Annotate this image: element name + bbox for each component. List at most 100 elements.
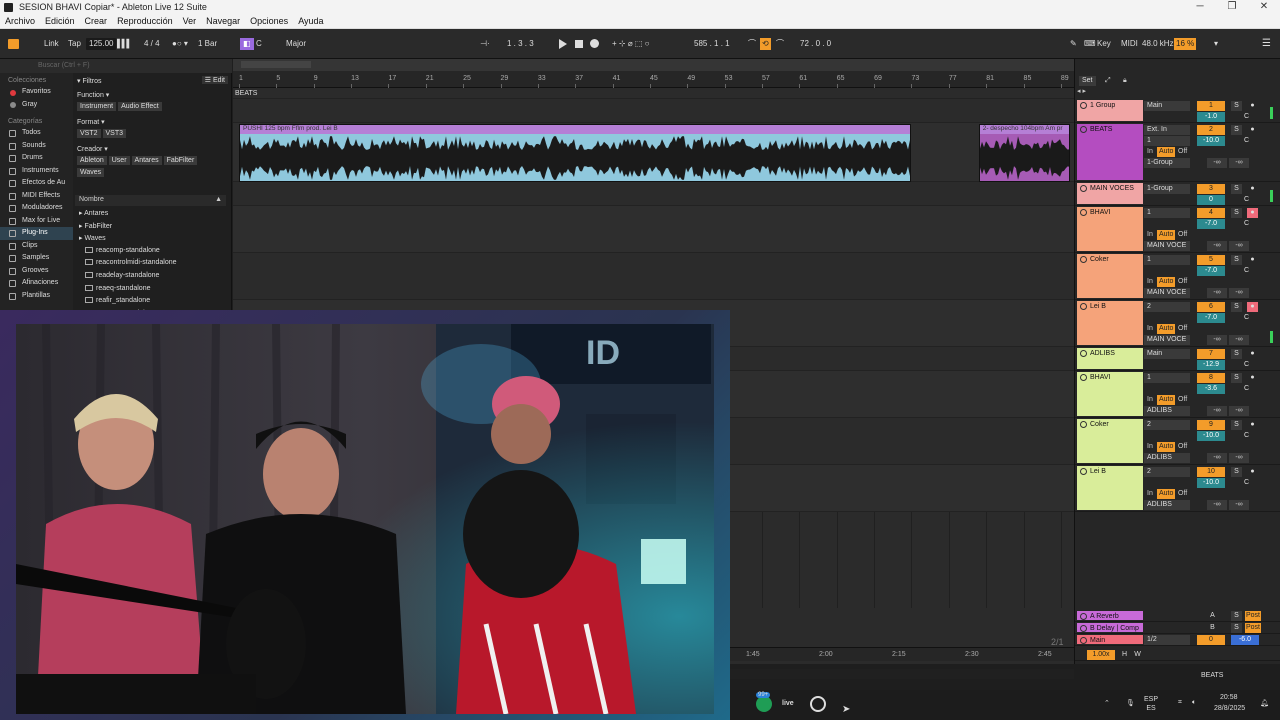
- track-activator[interactable]: 7: [1197, 349, 1225, 359]
- send-b-field[interactable]: -∞: [1229, 500, 1249, 510]
- close-button[interactable]: ✕: [1248, 0, 1280, 14]
- track-name[interactable]: BHAVI: [1077, 372, 1143, 416]
- track-name[interactable]: ADLIBS: [1077, 348, 1143, 369]
- mixer-track[interactable]: Lei B 2 6 S ● -7.0 C In Auto Off MAIN VOCE -∞ -∞: [1075, 300, 1280, 347]
- track-name[interactable]: MAIN VOCES: [1077, 183, 1143, 204]
- fold-icon[interactable]: [1080, 374, 1087, 381]
- clip-selector[interactable]: BEATS: [1201, 671, 1223, 681]
- mixer-track[interactable]: 1 Group Main 1 S ● -1.0 C: [1075, 99, 1280, 123]
- menu-navegar[interactable]: Navegar: [201, 16, 245, 26]
- input-channel-select[interactable]: 1: [1144, 208, 1190, 218]
- monitor-in-button[interactable]: In: [1147, 395, 1153, 405]
- format-filter-label[interactable]: Format ▾: [77, 118, 105, 126]
- track-name[interactable]: Coker: [1077, 254, 1143, 298]
- menu-ayuda[interactable]: Ayuda: [293, 16, 328, 26]
- send-a-field[interactable]: -∞: [1207, 335, 1227, 345]
- track-activator[interactable]: 6: [1197, 302, 1225, 312]
- master-track[interactable]: Main 1/2 0 -6.0: [1075, 634, 1280, 646]
- tap-button[interactable]: Tap: [68, 38, 81, 50]
- tempo-field[interactable]: 125.00: [86, 38, 117, 50]
- track-name[interactable]: BHAVI: [1077, 207, 1143, 251]
- chip-vst3[interactable]: VST3: [102, 129, 127, 138]
- arm-button[interactable]: ●: [1247, 101, 1258, 111]
- output-route-select[interactable]: 1-Group: [1144, 158, 1190, 168]
- input-channel-select[interactable]: 2: [1144, 467, 1190, 477]
- mixer-track[interactable]: MAIN VOCES 1-Group 3 S ● 0 C: [1075, 182, 1280, 206]
- whatsapp-icon[interactable]: [756, 696, 772, 712]
- post-button[interactable]: Post: [1245, 611, 1261, 621]
- pencil-icon[interactable]: ✎: [1070, 38, 1077, 50]
- maximize-button[interactable]: ❐: [1216, 0, 1248, 14]
- chip-fabfilter[interactable]: FabFilter: [163, 156, 198, 165]
- output-route-select[interactable]: MAIN VOCE: [1144, 241, 1190, 251]
- volume-icon[interactable]: 🔈︎: [1192, 699, 1196, 707]
- category-instruments[interactable]: Instruments: [0, 165, 73, 178]
- volume-field[interactable]: -7.0: [1197, 219, 1225, 229]
- input-channel-select[interactable]: 2: [1144, 420, 1190, 430]
- output-route-select[interactable]: ADLIBS: [1144, 453, 1190, 463]
- track-lane[interactable]: [233, 182, 1074, 206]
- tray-arrow-icon[interactable]: ⌃: [1104, 699, 1110, 707]
- solo-button[interactable]: S: [1231, 349, 1242, 359]
- volume-field[interactable]: 0: [1197, 195, 1225, 205]
- key-root-select[interactable]: C: [256, 38, 262, 50]
- loop-brace[interactable]: [241, 61, 311, 68]
- track-lane[interactable]: [233, 206, 1074, 253]
- monitor-in-button[interactable]: In: [1147, 324, 1153, 334]
- audio-clip[interactable]: PUSHI 125 bpm Fflm prod. Lei B: [239, 124, 912, 182]
- monitor-auto-button[interactable]: Auto: [1157, 395, 1176, 405]
- name-column-header[interactable]: Nombre ▲: [75, 195, 226, 206]
- category-todos[interactable]: Todos: [0, 127, 73, 140]
- input-select[interactable]: 1-Group: [1144, 184, 1190, 194]
- stop-button[interactable]: [575, 40, 583, 52]
- send-a-field[interactable]: -∞: [1207, 406, 1227, 416]
- quantize-select[interactable]: 1 Bar: [198, 38, 217, 50]
- output-route-select[interactable]: MAIN VOCE: [1144, 335, 1190, 345]
- track-name[interactable]: Lei B: [1077, 301, 1143, 345]
- function-filter-label[interactable]: Function ▾: [77, 91, 109, 99]
- folder-antares[interactable]: ▸ Antares: [79, 209, 108, 217]
- volume-field[interactable]: -1.0: [1197, 112, 1225, 122]
- track-lane[interactable]: [233, 253, 1074, 300]
- track-name[interactable]: Coker: [1077, 419, 1143, 463]
- mixer-track[interactable]: Lei B 2 10 S ● -10.0 C In Auto Off ADLIBS -∞ -∞: [1075, 465, 1280, 512]
- arm-button[interactable]: ●: [1247, 302, 1258, 312]
- arm-button[interactable]: ●: [1247, 467, 1258, 477]
- track-activator[interactable]: 3: [1197, 184, 1225, 194]
- track-activator[interactable]: 2: [1197, 125, 1225, 135]
- input-channel-select[interactable]: 2: [1144, 302, 1190, 312]
- arm-button[interactable]: ●: [1247, 208, 1258, 218]
- send-b-field[interactable]: -∞: [1229, 335, 1249, 345]
- loop-length-field[interactable]: 72 . 0 . 0: [800, 38, 831, 50]
- fold-icon[interactable]: [1080, 303, 1087, 310]
- send-b-field[interactable]: -∞: [1229, 406, 1249, 416]
- send-a-field[interactable]: -∞: [1207, 500, 1227, 510]
- input-select[interactable]: Main: [1144, 101, 1190, 111]
- solo-button[interactable]: S: [1231, 611, 1242, 621]
- solo-button[interactable]: S: [1231, 101, 1242, 111]
- clock-date[interactable]: 28/8/2025: [1214, 705, 1245, 712]
- master-output-select[interactable]: 1/2: [1144, 635, 1190, 645]
- volume-field[interactable]: -7.0: [1197, 313, 1225, 323]
- track-activator[interactable]: 4: [1197, 208, 1225, 218]
- mixer-track[interactable]: Coker 1 5 S ● -7.0 C In Auto Off MAIN VOCE -∞ -∞: [1075, 253, 1280, 300]
- mixer-track[interactable]: BHAVI 1 4 S ● -7.0 C In Auto Off MAIN VOCE -∞ -∞: [1075, 206, 1280, 253]
- monitor-auto-button[interactable]: Auto: [1157, 277, 1176, 287]
- w-button[interactable]: W: [1132, 650, 1143, 660]
- pan-field[interactable]: C: [1241, 313, 1252, 323]
- input-select[interactable]: Ext. In: [1144, 125, 1190, 135]
- microphone-icon[interactable]: 🎙︎: [1126, 699, 1135, 707]
- category-grooves[interactable]: Grooves: [0, 265, 73, 278]
- master-volume-field[interactable]: -6.0: [1231, 635, 1259, 645]
- monitor-off-button[interactable]: Off: [1178, 395, 1187, 405]
- track-activator[interactable]: 5: [1197, 255, 1225, 265]
- send-a-field[interactable]: -∞: [1207, 158, 1227, 168]
- category-moduladores[interactable]: Moduladores: [0, 202, 73, 215]
- metronome-icon[interactable]: ●○ ▾: [172, 38, 188, 50]
- scale-select[interactable]: Major: [286, 38, 306, 50]
- category-efectos-de-au[interactable]: Efectos de Au: [0, 177, 73, 190]
- send-b-field[interactable]: -∞: [1229, 241, 1249, 251]
- zoom-field[interactable]: 1.00x: [1087, 650, 1115, 660]
- category-plug-ins[interactable]: Plug-Ins: [0, 227, 73, 240]
- volume-field[interactable]: -7.0: [1197, 266, 1225, 276]
